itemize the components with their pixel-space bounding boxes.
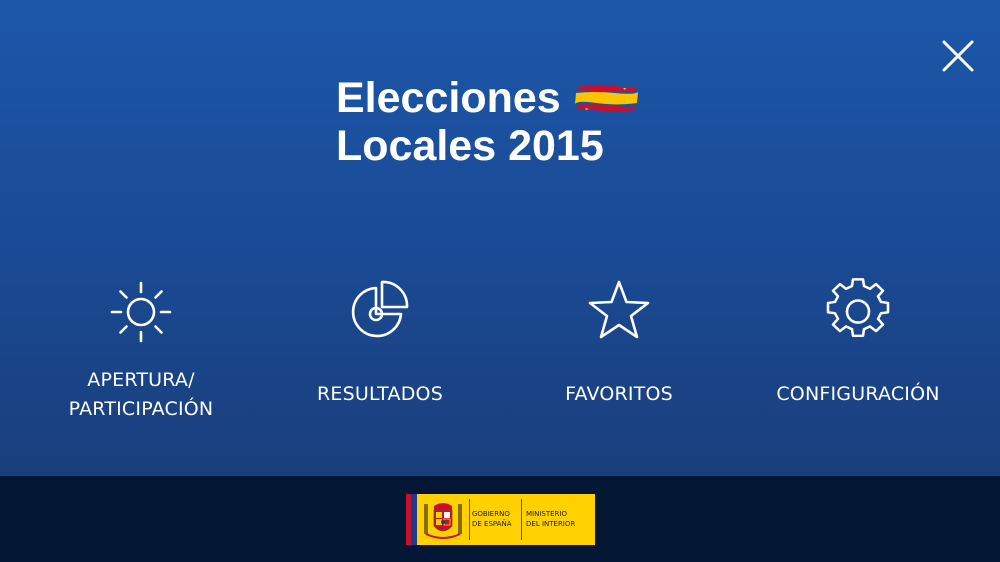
menu-label-configuracion: CONFIGURACIÓN (776, 383, 940, 405)
title-line-1: Elecciones (336, 74, 561, 122)
coat-of-arms-icon (424, 503, 462, 539)
close-icon (942, 40, 974, 72)
gear-icon (826, 278, 890, 338)
menu-label-resultados: RESULTADOS (317, 383, 443, 405)
logo-divider-2 (521, 499, 522, 540)
menu-label-apertura: APERTURA/ PARTICIPACIÓN (68, 369, 214, 420)
close-button[interactable] (938, 36, 978, 76)
app-title: Elecciones Locales 2015 (336, 74, 639, 170)
menu-item-apertura[interactable]: APERTURA/ PARTICIPACIÓN (31, 274, 251, 420)
gobierno-text: GOBIERNO DE ESPAÑA (472, 510, 512, 528)
pie-chart-icon (351, 280, 409, 338)
government-logo: GOBIERNO DE ESPAÑA MINISTERIO DEL INTERI… (406, 494, 595, 545)
app-root: Elecciones Locales 2015 APERTURA/ PARTIC… (0, 0, 1000, 562)
sun-icon (110, 281, 172, 343)
footer-bar: GOBIERNO DE ESPAÑA MINISTERIO DEL INTERI… (0, 476, 1000, 562)
flag-stripe-blue (411, 494, 417, 545)
ministerio-text: MINISTERIO DEL INTERIOR (526, 510, 576, 528)
spain-flag-icon (574, 84, 638, 112)
star-icon (588, 280, 650, 339)
title-line-2: Locales 2015 (336, 122, 604, 170)
menu-item-favoritos[interactable]: FAVORITOS (509, 274, 729, 405)
menu-label-favoritos: FAVORITOS (565, 383, 673, 405)
menu-item-configuracion[interactable]: CONFIGURACIÓN (748, 274, 968, 405)
menu-item-resultados[interactable]: RESULTADOS (270, 274, 490, 405)
logo-divider (469, 499, 470, 540)
